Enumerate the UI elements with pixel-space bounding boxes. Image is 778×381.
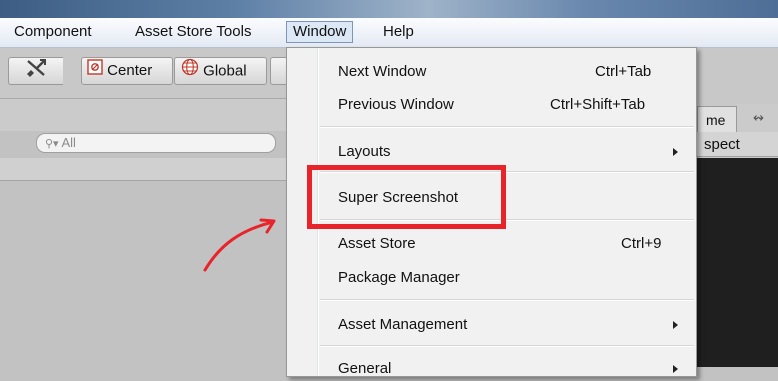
globe-icon: [181, 58, 199, 85]
menu-bar: Component Asset Store Tools Window Help: [0, 18, 778, 48]
scene-toolbar: Center Global: [0, 48, 290, 99]
transform-tool-group[interactable]: [8, 57, 63, 85]
search-icon: ⚲▾: [45, 138, 59, 150]
window-title-bar: [0, 0, 778, 18]
game-tab[interactable]: me: [697, 106, 737, 132]
menu-item-previous-window[interactable]: Previous Window: [338, 93, 454, 117]
pivot-icon: [87, 58, 103, 84]
submenu-arrow-icon: [673, 321, 678, 329]
hierarchy-subbar: [0, 158, 290, 181]
menu-item-asset-store[interactable]: Asset Store: [338, 232, 416, 256]
menu-asset-store-tools[interactable]: Asset Store Tools: [129, 21, 257, 43]
search-placeholder: All: [61, 135, 76, 150]
center-label: Center: [107, 62, 153, 79]
aspect-dropdown[interactable]: spect: [697, 132, 778, 157]
pivot-center-button[interactable]: Center: [81, 57, 173, 85]
menu-help[interactable]: Help: [377, 21, 420, 43]
menu-item-layouts[interactable]: Layouts: [338, 140, 391, 164]
submenu-arrow-icon: [673, 365, 678, 373]
red-arrow-annotation: [203, 218, 276, 272]
tools-icon: [25, 58, 47, 87]
menu-window[interactable]: Window: [286, 21, 354, 43]
search-field[interactable]: ⚲▾ All: [36, 133, 276, 153]
shortcut-previous-window: Ctrl+Shift+Tab: [550, 96, 646, 113]
shortcut-next-window: Ctrl+Tab: [595, 63, 652, 80]
menu-item-package-manager[interactable]: Package Manager: [338, 266, 460, 290]
animator-icon: ↭: [753, 110, 764, 125]
game-view: [697, 158, 778, 367]
global-toggle-button[interactable]: Global: [174, 57, 267, 85]
menu-component[interactable]: Component: [8, 21, 98, 43]
hierarchy-header: [0, 99, 290, 131]
menu-item-next-window[interactable]: Next Window: [338, 60, 426, 84]
red-highlight-box: [307, 165, 506, 229]
menu-separator: [320, 345, 694, 347]
menu-item-asset-management[interactable]: Asset Management: [338, 313, 467, 337]
animator-tab[interactable]: ↭: [737, 104, 778, 132]
menu-item-general[interactable]: General: [338, 357, 391, 381]
submenu-arrow-icon: [673, 148, 678, 156]
menu-separator: [320, 126, 694, 128]
menu-separator: [320, 299, 694, 301]
shortcut-asset-store: Ctrl+9: [621, 235, 662, 252]
global-label: Global: [203, 62, 247, 80]
